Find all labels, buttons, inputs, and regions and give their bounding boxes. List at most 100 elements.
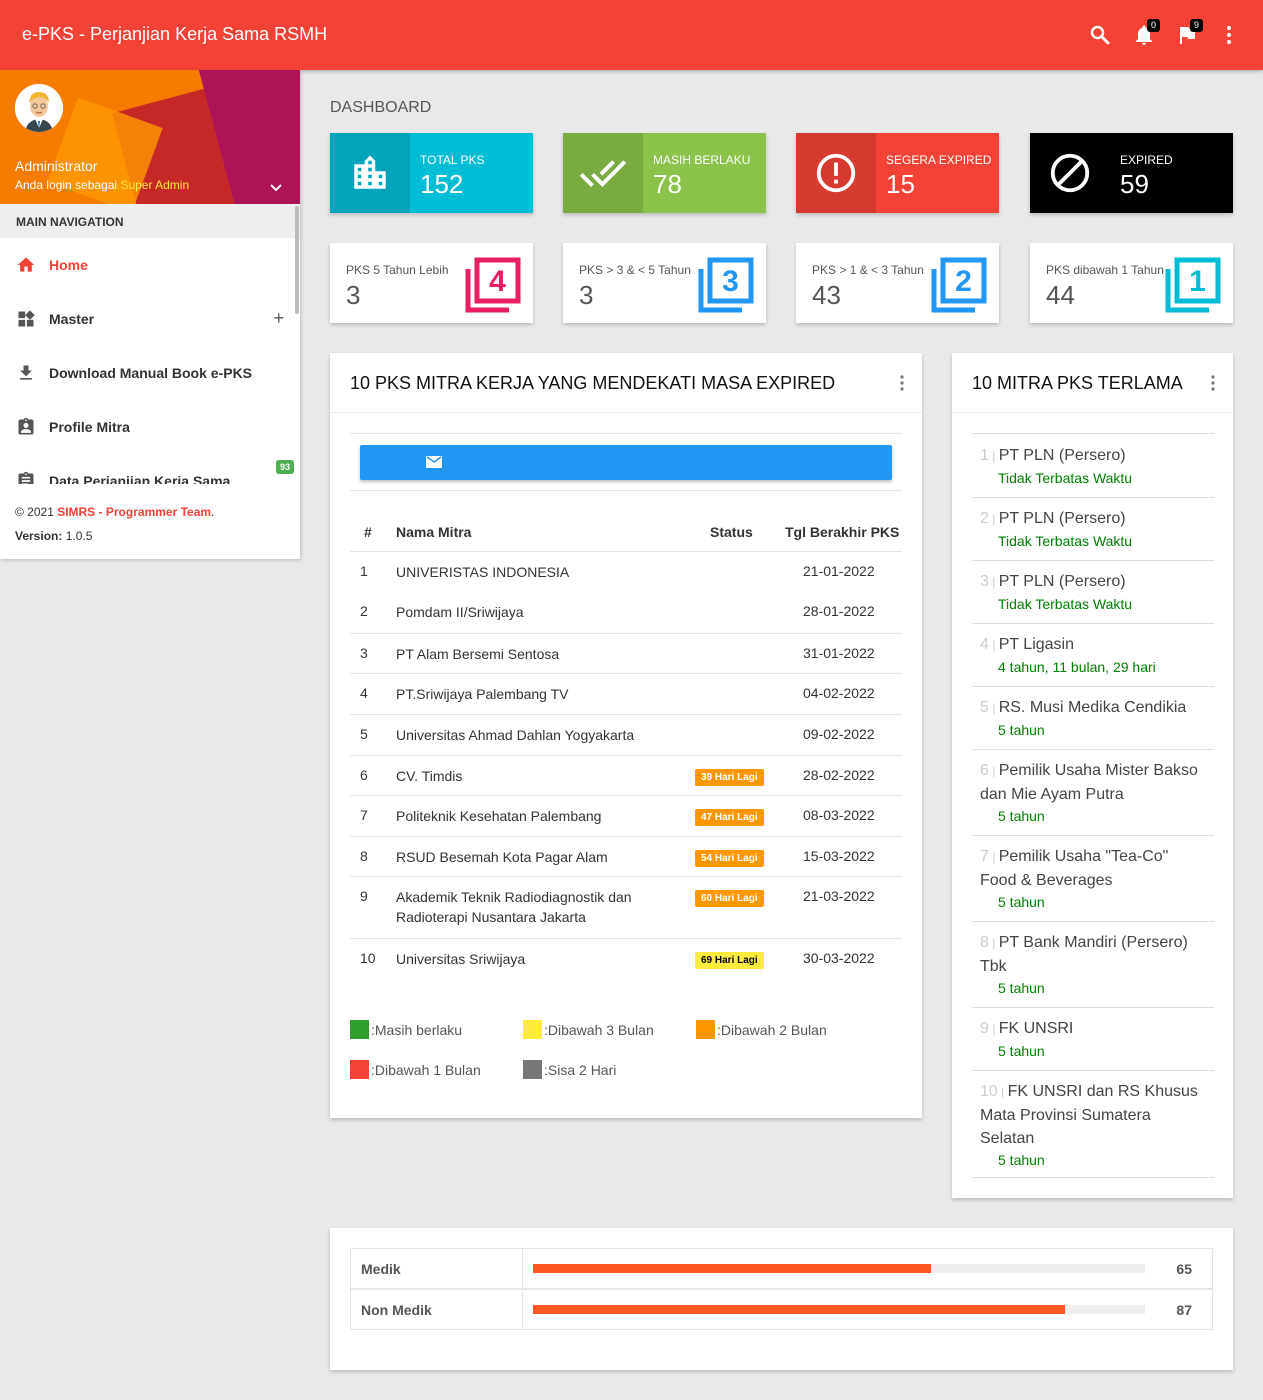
filter-3-icon: 3 — [698, 257, 754, 313]
pks-3-5-tahun-box[interactable]: PKS > 3 & < 5 Tahun 3 3 — [563, 243, 766, 323]
version-number: 1.0.5 — [65, 529, 93, 543]
svg-text:2: 2 — [955, 265, 972, 298]
column-header: Tgl Berakhir PKS — [785, 524, 900, 540]
expand-plus-icon[interactable]: + — [273, 308, 284, 329]
mitra-name: PT.Sriwijaya Palembang TV — [396, 686, 569, 702]
masih-berlaku-box[interactable]: MASIH BERLAKU 78 — [563, 133, 766, 213]
sidebar-scrollbar[interactable] — [295, 206, 299, 314]
sidebar-item-master[interactable]: Master + — [0, 292, 300, 346]
more-vert-icon[interactable] — [1211, 375, 1215, 391]
filter-4-icon: 4 — [465, 257, 521, 313]
total-pks-box[interactable]: TOTAL PKS 152 — [330, 133, 533, 213]
pks-dibawah-1-tahun-value: 44 — [1046, 280, 1075, 310]
rank-number: 5 — [980, 699, 989, 716]
pks-1-3-tahun-box[interactable]: PKS > 1 & < 3 Tahun 43 2 — [796, 243, 999, 323]
more-vert-icon[interactable] — [1217, 23, 1241, 47]
status-badge: 39 Hari Lagi — [695, 769, 764, 786]
table-row[interactable]: 6 CV. Timdis 39 Hari Lagi 28-02-2022 — [350, 755, 902, 795]
pks-5-tahun-box[interactable]: PKS 5 Tahun Lebih 3 4 — [330, 243, 533, 323]
table-row[interactable]: 8 RSUD Besemah Kota Pagar Alam 54 Hari Lag… — [350, 836, 902, 876]
user-role-text: Anda login sebagai Super Admin — [15, 178, 190, 192]
user-role: Super Admin — [120, 178, 190, 192]
sidebar-item-profile-mitra[interactable]: Profile Mitra — [0, 400, 300, 454]
avatar — [15, 84, 63, 132]
expired-box[interactable]: EXPIRED 59 — [1030, 133, 1233, 213]
rank-number: 10 — [980, 1083, 998, 1100]
table-row[interactable]: 4 PT.Sriwijaya Palembang TV 04-02-2022 — [350, 673, 902, 714]
mitra-duration: Tidak Terbatas Waktu — [998, 470, 1133, 486]
mitra-name: PT PLN (Persero) — [998, 447, 1126, 464]
table-row[interactable]: 1 UNIVERISTAS INDONESIA 21-01-2022 — [350, 551, 902, 592]
top-navbar: e-PKS - Perjanjian Kerja Sama RSMH 0 9 — [0, 0, 1263, 70]
row-number: 5 — [360, 726, 368, 742]
team-link[interactable]: SIMRS - Programmer Team — [57, 505, 211, 519]
mitra-name: PT Alam Bersemi Sentosa — [396, 646, 560, 662]
notifications-button[interactable]: 0 — [1132, 19, 1160, 47]
progress-row: Non Medik 87 — [350, 1289, 1213, 1330]
tasks-button[interactable]: 9 — [1175, 19, 1203, 47]
list-item[interactable]: 5 | RS. Musi Medika Cendikia 5 tahun — [972, 687, 1214, 750]
total-pks-value: 152 — [420, 169, 464, 199]
progress-fill — [533, 1264, 931, 1273]
mitra-name: UNIVERISTAS INDONESIA — [396, 564, 570, 580]
table-row[interactable]: 10 Universitas Sriwijaya 69 Hari Lagi 30-03… — [350, 938, 902, 978]
table-row[interactable]: 9 Akademik Teknik Radiodiagnostik dan Rad… — [350, 876, 902, 938]
list-item[interactable]: 10 | FK UNSRI dan RS Khusus Mata Provins… — [972, 1071, 1214, 1178]
contact-icon — [18, 417, 34, 435]
oldest-mitra-card: 10 MITRA PKS TERLAMA 1 | PT PLN (Persero… — [952, 353, 1233, 1198]
end-date: 21-03-2022 — [803, 888, 875, 904]
list-item[interactable]: 4 | PT Ligasin 4 tahun, 11 bulan, 29 hari — [972, 624, 1214, 687]
list-item[interactable]: 8 | PT Bank Mandiri (Persero) Tbk 5 tahun — [972, 922, 1214, 1008]
list-item[interactable]: 9 | FK UNSRI 5 tahun — [972, 1008, 1214, 1071]
sidebar-item-download-manual[interactable]: Download Manual Book e-PKS — [0, 346, 300, 400]
table-row[interactable]: 2 Pomdam II/Sriwijaya 28-01-2022 — [350, 592, 902, 633]
table-row[interactable]: 7 Politeknik Kesehatan Palembang 47 Hari L… — [350, 795, 902, 836]
mitra-name: PT PLN (Persero) — [998, 510, 1126, 527]
flag-count-badge: 9 — [1190, 19, 1203, 32]
legend-swatch — [696, 1020, 715, 1039]
list-item[interactable]: 6 | Pemilik Usaha Mister Bakso dan Mie A… — [972, 750, 1214, 836]
mitra-name: Universitas Ahmad Dahlan Yogyakarta — [396, 727, 635, 743]
more-vert-icon[interactable] — [900, 375, 904, 391]
row-number: 10 — [360, 950, 376, 966]
pks-dibawah-1-tahun-box[interactable]: PKS dibawah 1 Tahun 44 1 — [1030, 243, 1233, 323]
app-title[interactable]: e-PKS - Perjanjian Kerja Sama RSMH — [22, 24, 327, 45]
segera-expired-box[interactable]: SEGERA EXPIRED 15 — [796, 133, 999, 213]
expiring-card-header: 10 PKS MITRA KERJA YANG MENDEKATI MASA E… — [330, 353, 922, 413]
medik-progress-card: Medik 65 Non Medik 87 — [330, 1228, 1233, 1370]
rank-number: 2 — [980, 510, 989, 527]
oldest-card-header: 10 MITRA PKS TERLAMA — [952, 353, 1233, 413]
progress-value: 65 — [1176, 1261, 1192, 1277]
list-item[interactable]: 3 | PT PLN (Persero) Tidak Terbatas Waktu — [972, 561, 1214, 624]
rank-number: 4 — [980, 636, 989, 653]
legend-item: :Dibawah 3 Bulan — [523, 1020, 654, 1039]
mitra-name: CV. Timdis — [396, 768, 463, 784]
list-item[interactable]: 1 | PT PLN (Persero) Tidak Terbatas Waktu — [972, 435, 1214, 498]
widgets-icon — [18, 310, 35, 327]
table-row[interactable]: 5 Universitas Ahmad Dahlan Yogyakarta 09-0… — [350, 714, 902, 755]
filter-1-icon: 1 — [1165, 257, 1221, 313]
mitra-name: RSUD Besemah Kota Pagar Alam — [396, 849, 608, 865]
progress-bar — [533, 1305, 1145, 1314]
search-icon[interactable] — [1088, 23, 1112, 47]
left-sidebar: Administrator Anda login sebagai Super A… — [0, 70, 300, 559]
chevron-down-icon[interactable] — [268, 180, 284, 201]
home-icon — [17, 257, 35, 272]
building-icon — [354, 155, 386, 189]
list-item[interactable]: 7 | Pemilik Usaha "Tea-Co" Food & Bevera… — [972, 836, 1214, 922]
mitra-duration: 5 tahun — [998, 722, 1045, 738]
download-icon — [20, 365, 32, 380]
status-badge: 47 Hari Lagi — [695, 809, 764, 826]
column-header: Status — [710, 524, 753, 540]
progress-label: Non Medik — [361, 1302, 432, 1318]
mitra-name: FK UNSRI dan RS Khusus Mata Provinsi Sum… — [980, 1083, 1198, 1147]
sidebar-item-home[interactable]: Home — [0, 238, 300, 292]
row-number: 6 — [360, 767, 368, 783]
send-email-button[interactable] — [360, 445, 892, 480]
end-date: 28-01-2022 — [803, 603, 875, 619]
end-date: 15-03-2022 — [803, 848, 875, 864]
list-item[interactable]: 2 | PT PLN (Persero) Tidak Terbatas Waktu — [972, 498, 1214, 561]
table-row[interactable]: 3 PT Alam Bersemi Sentosa 31-01-2022 — [350, 633, 902, 673]
mitra-name: Pomdam II/Sriwijaya — [396, 604, 524, 620]
row-number: 3 — [360, 645, 368, 661]
